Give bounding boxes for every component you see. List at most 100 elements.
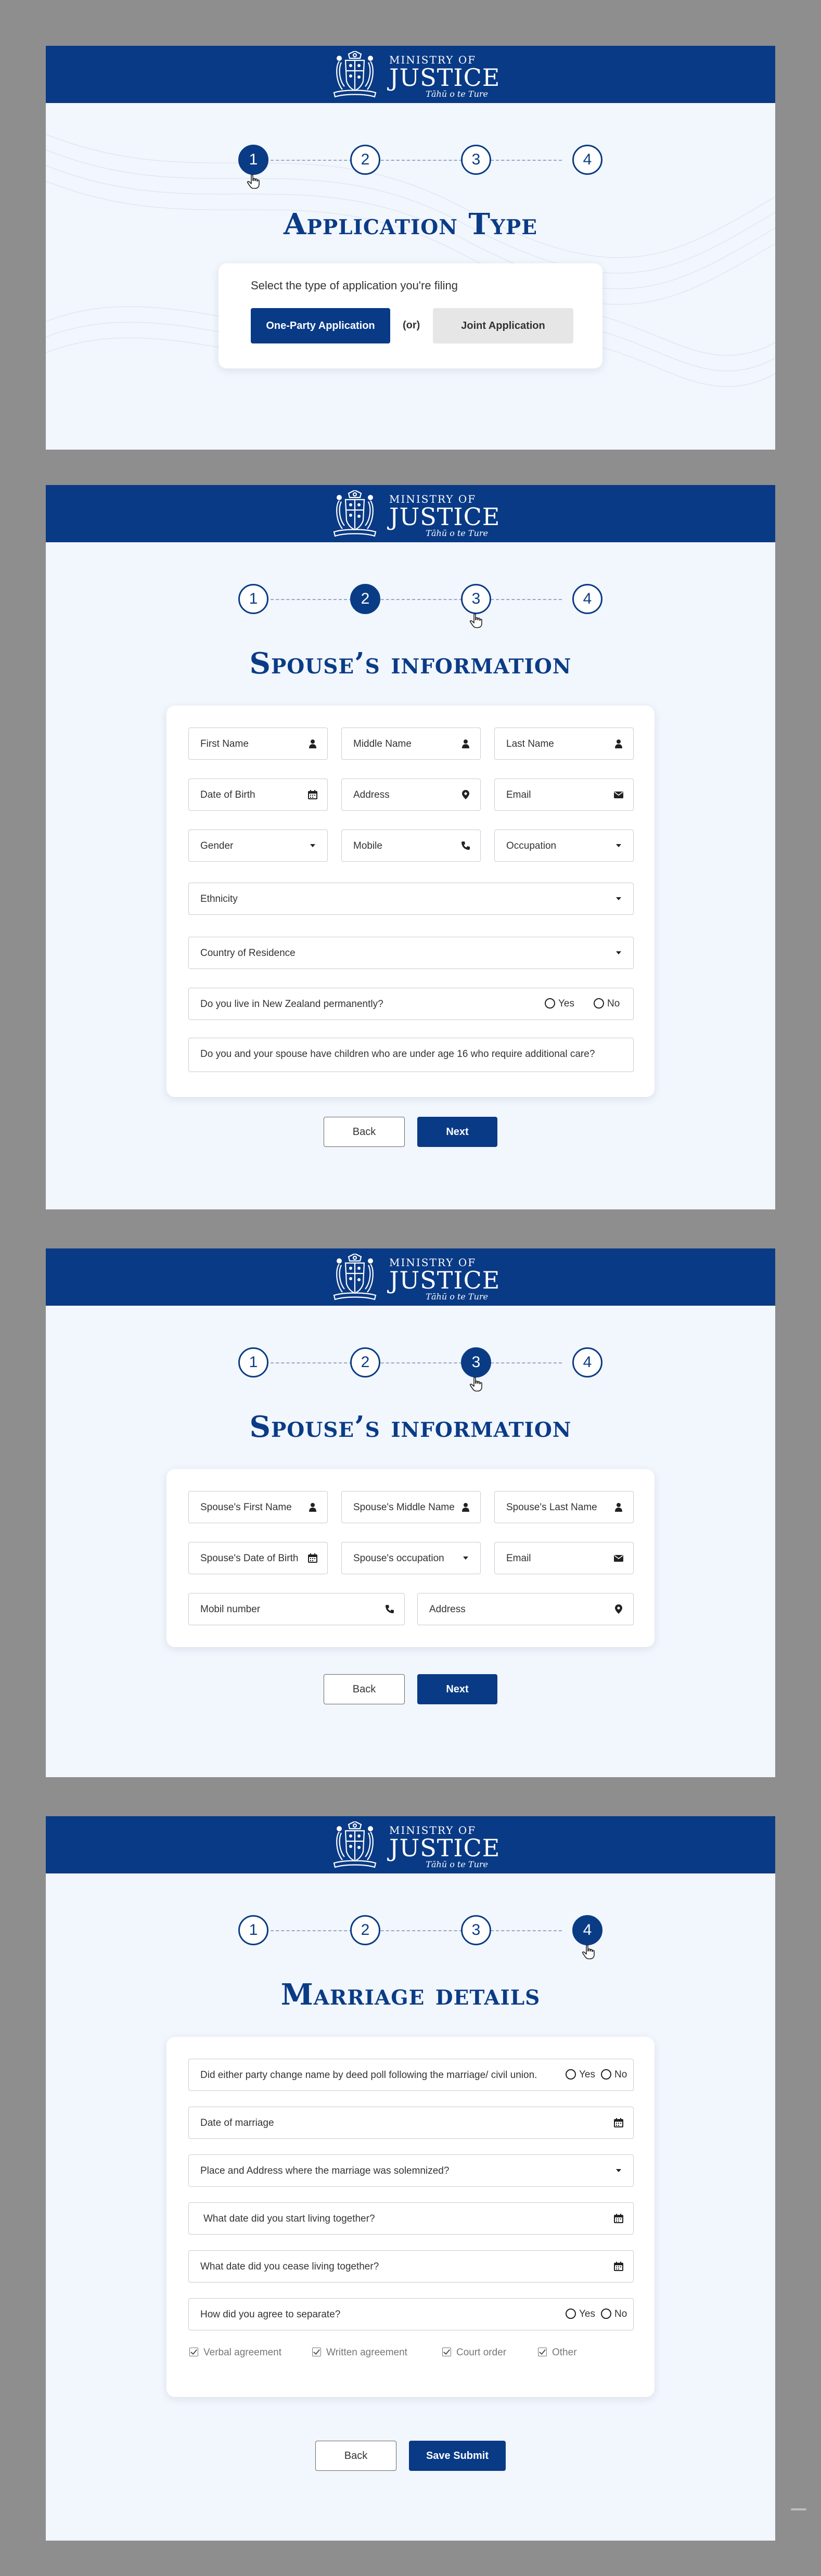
address-input[interactable]: Address xyxy=(341,779,481,811)
step-4[interactable]: 4 xyxy=(572,584,602,614)
first-name-input[interactable]: First Name xyxy=(188,728,328,760)
person-icon xyxy=(613,1502,624,1512)
live-nz-yes-radio[interactable]: Yes xyxy=(545,998,574,1010)
ministry-header: MINISTRY OF JUSTICE Tāhū o te Ture xyxy=(46,46,775,103)
spouse-dob-input[interactable]: Spouse's Date of Birth xyxy=(188,1542,328,1574)
step-1[interactable]: 1 xyxy=(238,1347,268,1378)
person-icon xyxy=(613,738,624,749)
ministry-logo: MINISTRY OF JUSTICE Tāhū o te Ture xyxy=(329,50,499,100)
step-2[interactable]: 2 xyxy=(350,1347,380,1378)
step-2[interactable]: 2 xyxy=(350,145,380,175)
ethnicity-select[interactable]: Ethnicity xyxy=(188,883,634,915)
logo-line2: JUSTICE xyxy=(389,503,501,531)
step-3[interactable]: 3 xyxy=(461,584,491,614)
crest-icon xyxy=(329,1821,381,1869)
save-submit-button[interactable]: Save Submit xyxy=(409,2441,506,2471)
page-title: Spouse’s information xyxy=(249,1410,572,1444)
step-2[interactable]: 2 xyxy=(350,1915,380,1945)
calendar-icon xyxy=(613,2213,624,2224)
step-1[interactable]: 1 xyxy=(238,1915,268,1945)
step-1[interactable]: 1 xyxy=(238,145,268,175)
cursor-hand-icon xyxy=(469,613,483,629)
last-name-input[interactable]: Last Name xyxy=(494,728,634,760)
country-of-residence-select[interactable]: Country of Residence xyxy=(188,937,634,969)
location-icon xyxy=(460,789,471,800)
phone-icon xyxy=(384,1604,395,1614)
calendar-icon xyxy=(307,1553,318,1563)
dropdown-arrow-icon xyxy=(460,1553,471,1563)
spouse-mobile-input[interactable]: Mobil number xyxy=(188,1593,405,1625)
marriage-details-card: Did either party change name by deed pol… xyxy=(166,2037,655,2397)
corner-mark-icon xyxy=(791,2508,806,2510)
gender-select[interactable]: Gender xyxy=(188,830,328,862)
spouse-details-card: Spouse's First Name Spouse's Middle Name… xyxy=(166,1469,655,1647)
spouse-middle-name-input[interactable]: Spouse's Middle Name xyxy=(341,1491,481,1523)
step-1[interactable]: 1 xyxy=(238,584,268,614)
marriage-details-screen: MINISTRY OF JUSTICE Tāhū o te Ture 1 2 3… xyxy=(46,1816,775,2541)
stepper: 1 2 3 4 xyxy=(46,584,775,615)
next-button[interactable]: Next xyxy=(417,1674,497,1704)
person-icon xyxy=(307,738,318,749)
spouse-first-name-input[interactable]: Spouse's First Name xyxy=(188,1491,328,1523)
location-icon xyxy=(613,1604,624,1614)
envelope-icon xyxy=(613,789,624,800)
name-change-no-radio[interactable]: No xyxy=(601,2069,627,2081)
logo-line2: JUSTICE xyxy=(389,1266,501,1294)
written-agreement-checkbox[interactable]: Written agreement xyxy=(312,2347,407,2358)
stepper: 1 2 3 4 xyxy=(46,1347,775,1379)
back-button[interactable]: Back xyxy=(324,1117,405,1147)
stepper: 1 2 3 4 xyxy=(46,145,775,176)
mobile-input[interactable]: Mobile xyxy=(341,830,481,862)
spouse-info-card: First Name Middle Name Last Name Date of… xyxy=(166,706,655,1097)
step-2[interactable]: 2 xyxy=(350,584,380,614)
live-nz-no-radio[interactable]: No xyxy=(594,998,620,1010)
name-change-question: Did either party change name by deed pol… xyxy=(188,2059,634,2091)
spouse-details-screen: MINISTRY OF JUSTICE Tāhū o te Ture 1 2 3… xyxy=(46,1248,775,1777)
ministry-header: MINISTRY OF JUSTICE Tāhū o te Ture xyxy=(46,1816,775,1873)
step-4[interactable]: 4 xyxy=(572,1347,602,1378)
step-3[interactable]: 3 xyxy=(461,145,491,175)
middle-name-input[interactable]: Middle Name xyxy=(341,728,481,760)
next-button[interactable]: Next xyxy=(417,1117,497,1147)
application-type-screen: MINISTRY OF JUSTICE Tāhū o te Ture 1 2 3… xyxy=(46,46,775,450)
court-order-checkbox[interactable]: Court order xyxy=(442,2347,506,2358)
application-type-prompt: Select the type of application you're fi… xyxy=(251,279,458,292)
separate-no-radio[interactable]: No xyxy=(601,2309,627,2320)
dropdown-arrow-icon xyxy=(613,894,624,904)
other-checkbox[interactable]: Other xyxy=(538,2347,577,2358)
page-title: Spouse’s information xyxy=(249,646,572,681)
step-4[interactable]: 4 xyxy=(572,1915,602,1945)
occupation-select[interactable]: Occupation xyxy=(494,830,634,862)
person-icon xyxy=(460,1502,471,1512)
step-4[interactable]: 4 xyxy=(572,145,602,175)
verbal-agreement-checkbox[interactable]: Verbal agreement xyxy=(189,2347,281,2358)
person-icon xyxy=(460,738,471,749)
back-button[interactable]: Back xyxy=(324,1674,405,1704)
envelope-icon xyxy=(613,1553,624,1563)
date-of-birth-input[interactable]: Date of Birth xyxy=(188,779,328,811)
live-in-nz-question: Do you live in New Zealand permanently? … xyxy=(188,988,634,1020)
spouse-occupation-select[interactable]: Spouse's occupation xyxy=(341,1542,481,1574)
calendar-icon xyxy=(613,2118,624,2128)
joint-application-button[interactable]: Joint Application xyxy=(433,308,573,343)
spouse-email-input[interactable]: Email xyxy=(494,1542,634,1574)
name-change-yes-radio[interactable]: Yes xyxy=(566,2069,595,2081)
cursor-hand-icon xyxy=(247,174,260,189)
ministry-logo: MINISTRY OF JUSTICE Tāhū o te Ture xyxy=(329,1820,499,1870)
spouse-last-name-input[interactable]: Spouse's Last Name xyxy=(494,1491,634,1523)
ministry-logo: MINISTRY OF JUSTICE Tāhū o te Ture xyxy=(329,489,501,539)
ministry-header: MINISTRY OF JUSTICE Tāhū o te Ture xyxy=(46,485,775,542)
marriage-place-select[interactable]: Place and Address where the marriage was… xyxy=(188,2154,634,2187)
cease-living-date-input[interactable]: What date did you cease living together? xyxy=(188,2250,634,2282)
dropdown-arrow-icon xyxy=(613,948,624,958)
one-party-button[interactable]: One-Party Application xyxy=(251,308,390,343)
step-3[interactable]: 3 xyxy=(461,1915,491,1945)
step-3[interactable]: 3 xyxy=(461,1347,491,1378)
separate-yes-radio[interactable]: Yes xyxy=(566,2309,595,2320)
start-living-date-input[interactable]: What date did you start living together? xyxy=(188,2202,634,2235)
email-input[interactable]: Email xyxy=(494,779,634,811)
children-care-input[interactable]: Do you and your spouse have children who… xyxy=(188,1038,634,1072)
back-button[interactable]: Back xyxy=(315,2441,396,2471)
date-of-marriage-input[interactable]: Date of marriage xyxy=(188,2107,634,2139)
spouse-address-input[interactable]: Address xyxy=(417,1593,634,1625)
